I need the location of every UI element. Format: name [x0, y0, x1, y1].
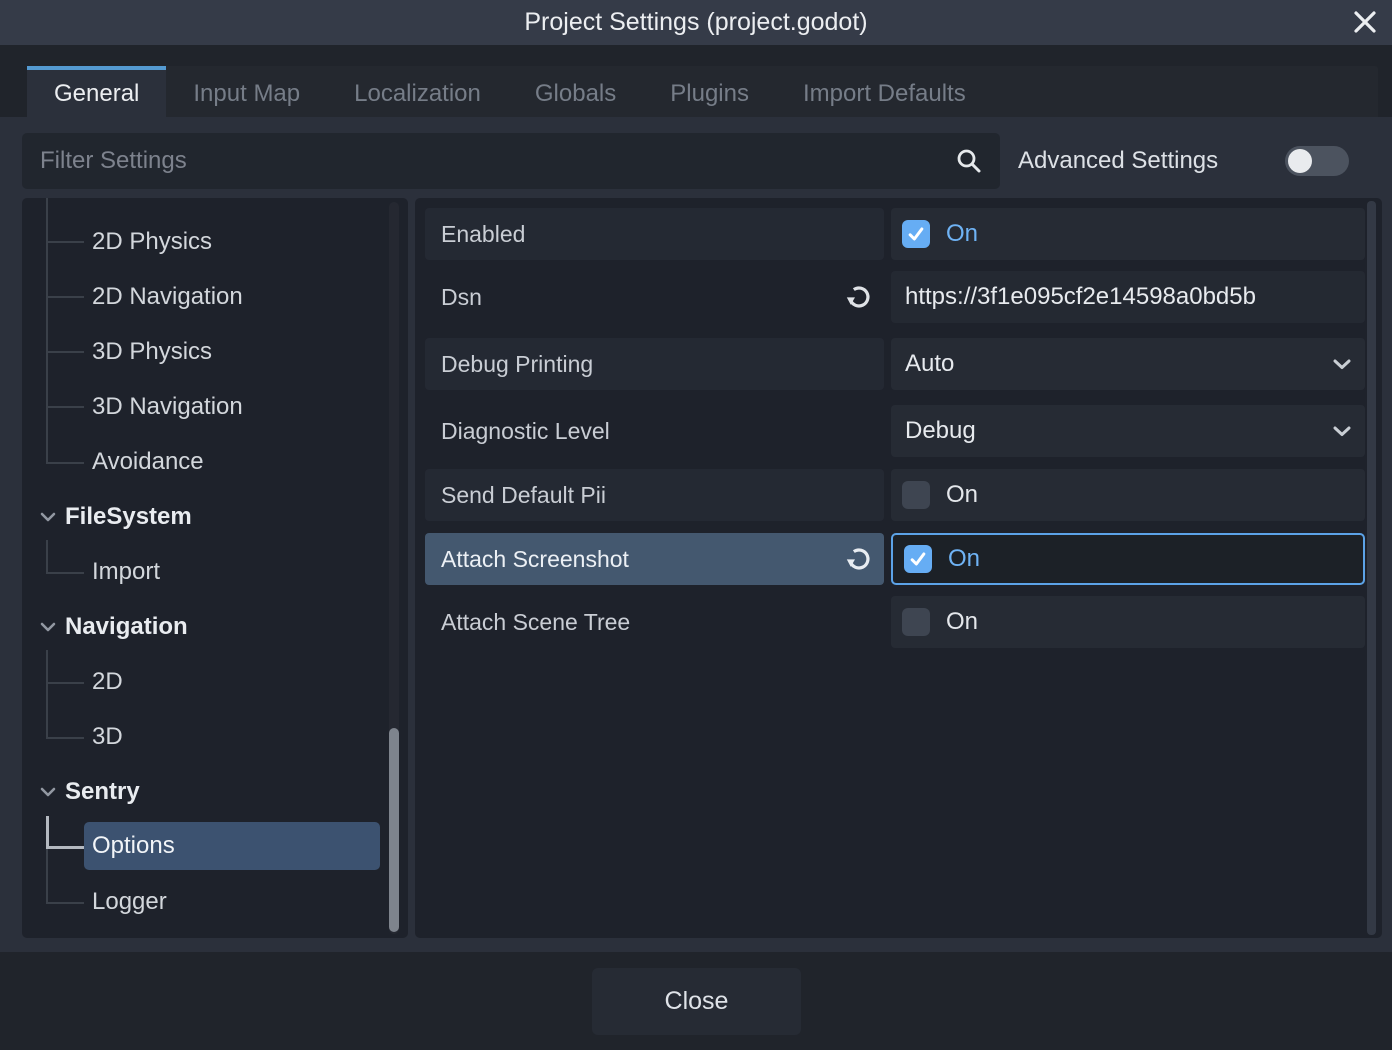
- tree-guide: [46, 849, 48, 904]
- setting-value-send-default-pii: On: [891, 469, 1365, 521]
- tab-localization[interactable]: Localization: [327, 66, 508, 117]
- tree-guide-selected: [46, 816, 49, 849]
- tab-input-map[interactable]: Input Map: [166, 66, 327, 117]
- tab-general[interactable]: General: [27, 66, 166, 117]
- tree-guide: [46, 406, 84, 408]
- tree-item-2d-navigation[interactable]: 2D Navigation: [92, 273, 243, 321]
- revert-icon[interactable]: [846, 284, 872, 310]
- check-icon: [908, 549, 928, 569]
- tree-item-3d-navigation[interactable]: 3D Navigation: [92, 383, 243, 431]
- setting-value-enabled: On: [891, 208, 1365, 260]
- tree-guide: [46, 351, 84, 353]
- settings-panel: Enabled On Dsn https://3f1e095cf2e14598a…: [415, 198, 1382, 938]
- tree-guide-selected: [46, 846, 84, 849]
- chevron-down-icon[interactable]: [40, 787, 56, 797]
- tab-globals[interactable]: Globals: [508, 66, 643, 117]
- tree-guide: [46, 737, 84, 739]
- title-bar: Project Settings (project.godot): [0, 0, 1392, 45]
- debug-printing-dropdown[interactable]: Auto: [891, 338, 1365, 390]
- tree-guide: [46, 296, 84, 298]
- chevron-down-icon[interactable]: [40, 512, 56, 522]
- tree-item-navigation[interactable]: Navigation: [40, 603, 188, 651]
- tree-guide: [46, 540, 48, 574]
- toggle-knob: [1288, 149, 1312, 173]
- tab-plugins[interactable]: Plugins: [643, 66, 776, 117]
- revert-icon[interactable]: [846, 546, 872, 572]
- tree-item-filesystem[interactable]: FileSystem: [40, 493, 192, 541]
- check-icon: [906, 224, 926, 244]
- tree-item-3d-physics[interactable]: 3D Physics: [92, 328, 212, 376]
- close-icon[interactable]: [1352, 9, 1378, 35]
- tree-item-import[interactable]: Import: [92, 548, 160, 596]
- settings-scrollbar-track[interactable]: [1367, 201, 1376, 935]
- project-settings-dialog: Project Settings (project.godot) General…: [0, 0, 1392, 1050]
- tree-guide: [46, 572, 84, 574]
- tree-guide: [46, 462, 84, 464]
- setting-value-attach-scene-tree: On: [891, 596, 1365, 648]
- setting-label-dsn: Dsn: [425, 271, 884, 323]
- attach-scene-tree-checkbox[interactable]: [902, 608, 930, 636]
- tree-item-3d[interactable]: 3D: [92, 713, 123, 761]
- tree-item-2d[interactable]: 2D: [92, 658, 123, 706]
- dialog-title: Project Settings (project.godot): [524, 8, 867, 37]
- tree-item-2d-physics[interactable]: 2D Physics: [92, 218, 212, 266]
- tree-guide: [46, 650, 48, 739]
- setting-value-attach-screenshot: On: [891, 533, 1365, 585]
- tree-item-sentry[interactable]: Sentry: [40, 768, 140, 816]
- setting-label-debug-printing: Debug Printing: [425, 338, 884, 390]
- setting-label-attach-scene-tree: Attach Scene Tree: [425, 596, 884, 648]
- advanced-settings-label: Advanced Settings: [1018, 133, 1218, 189]
- search-icon: [954, 146, 984, 176]
- tree-guide: [46, 198, 48, 464]
- attach-screenshot-checkbox[interactable]: [904, 545, 932, 573]
- setting-label-attach-screenshot[interactable]: Attach Screenshot: [425, 533, 884, 585]
- tab-import-defaults[interactable]: Import Defaults: [776, 66, 993, 117]
- setting-label-enabled: Enabled: [425, 208, 884, 260]
- setting-label-diagnostic-level: Diagnostic Level: [425, 405, 884, 457]
- tree-scrollbar-thumb[interactable]: [389, 728, 399, 932]
- chevron-down-icon: [1333, 359, 1351, 370]
- dsn-input[interactable]: https://3f1e095cf2e14598a0bd5b: [891, 271, 1365, 323]
- tree-guide: [46, 682, 84, 684]
- setting-label-send-default-pii: Send Default Pii: [425, 469, 884, 521]
- tree-item-logger[interactable]: Logger: [92, 878, 167, 926]
- advanced-settings-toggle[interactable]: [1285, 146, 1349, 176]
- search-placeholder: Filter Settings: [40, 147, 954, 175]
- enabled-checkbox[interactable]: [902, 220, 930, 248]
- send-default-pii-checkbox[interactable]: [902, 481, 930, 509]
- diagnostic-level-dropdown[interactable]: Debug: [891, 405, 1365, 457]
- close-button[interactable]: Close: [592, 968, 801, 1035]
- tab-bar: General Input Map Localization Globals P…: [27, 66, 993, 117]
- chevron-down-icon[interactable]: [40, 622, 56, 632]
- tree-item-options[interactable]: Options: [92, 822, 175, 870]
- tree-guide: [46, 902, 84, 904]
- settings-tree: 2D Physics 2D Navigation 3D Physics 3D N…: [22, 198, 408, 938]
- chevron-down-icon: [1333, 426, 1351, 437]
- tree-guide: [46, 241, 84, 243]
- search-input[interactable]: Filter Settings: [22, 133, 1000, 189]
- tree-item-avoidance[interactable]: Avoidance: [92, 438, 204, 486]
